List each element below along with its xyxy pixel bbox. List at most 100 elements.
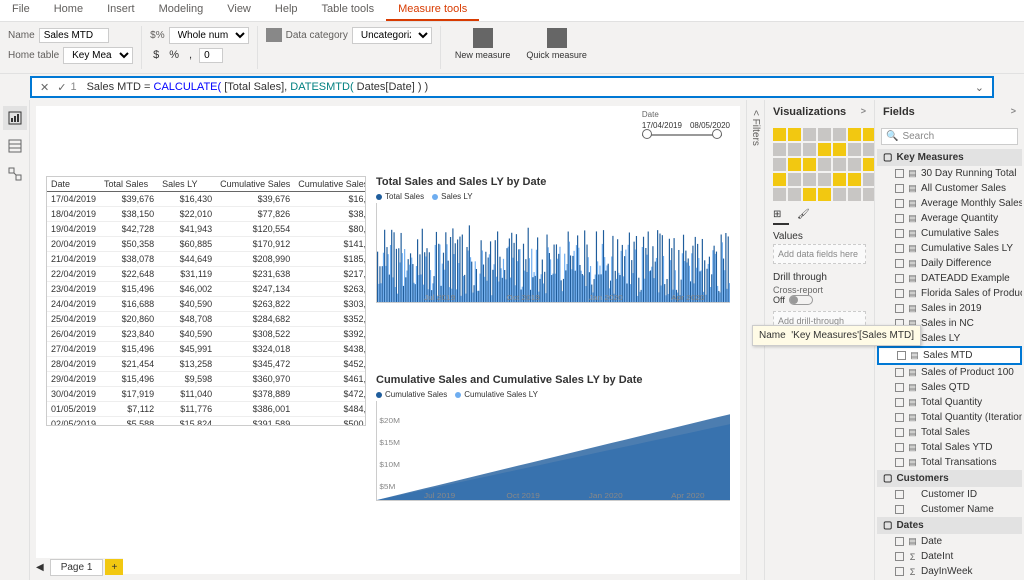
field-item[interactable]: ▤Florida Sales of Product 2 ...	[877, 286, 1022, 301]
model-view-button[interactable]	[3, 162, 27, 186]
viz-type-icon[interactable]	[803, 128, 816, 141]
field-item[interactable]: Customer ID	[877, 487, 1022, 502]
field-table-dates[interactable]: ▢Dates	[877, 517, 1022, 534]
viz-type-icon[interactable]	[848, 143, 861, 156]
field-item[interactable]: ΣDateInt	[877, 549, 1022, 564]
cumulative-sales-chart[interactable]: Cumulative Sales and Cumulative Sales LY…	[376, 374, 730, 564]
table-header[interactable]: Sales LY	[158, 177, 216, 192]
viz-type-icon[interactable]	[833, 188, 846, 201]
report-view-button[interactable]	[3, 106, 27, 130]
viz-type-icon[interactable]	[848, 188, 861, 201]
field-checkbox[interactable]	[895, 428, 904, 437]
field-table-key-measures[interactable]: ▢Key Measures	[877, 149, 1022, 166]
viz-type-icon[interactable]	[803, 173, 816, 186]
field-item[interactable]: ▤Sales in 2019	[877, 301, 1022, 316]
table-row[interactable]: 24/04/2019$16,688$40,590$263,822$303,628	[47, 297, 366, 312]
viz-type-icon[interactable]	[818, 143, 831, 156]
slicer-handle-start[interactable]	[642, 129, 652, 139]
field-checkbox[interactable]	[895, 552, 904, 561]
viz-type-icon[interactable]	[803, 188, 816, 201]
viz-type-icon[interactable]	[833, 158, 846, 171]
table-row[interactable]: 20/04/2019$50,358$60,885$170,912$141,268	[47, 237, 366, 252]
field-item[interactable]: ▤Total Quantity (Iteration)	[877, 410, 1022, 425]
table-visual[interactable]: DateTotal SalesSales LYCumulative SalesC…	[46, 176, 366, 426]
field-checkbox[interactable]	[895, 505, 904, 514]
comma-button[interactable]: ,	[186, 49, 195, 61]
table-row[interactable]: 17/04/2019$39,676$16,430$39,676$16,430	[47, 192, 366, 207]
page-tab-1[interactable]: Page 1	[50, 559, 104, 576]
field-item[interactable]: ▤All Customer Sales	[877, 181, 1022, 196]
ribbon-tab-view[interactable]: View	[215, 0, 263, 21]
field-checkbox[interactable]	[895, 383, 904, 392]
table-row[interactable]: 19/04/2019$42,728$41,943$120,554$80,383	[47, 222, 366, 237]
field-item[interactable]: ▤Sales of Product 100	[877, 365, 1022, 380]
field-checkbox[interactable]	[895, 289, 904, 298]
field-item[interactable]: ▤Total Sales	[877, 425, 1022, 440]
table-row[interactable]: 02/05/2019$5,588$15,824$391,589$500,373	[47, 417, 366, 427]
viz-type-icon[interactable]	[788, 188, 801, 201]
viz-type-icon[interactable]	[833, 128, 846, 141]
viz-type-icon[interactable]	[848, 173, 861, 186]
field-checkbox[interactable]	[895, 184, 904, 193]
add-page-button[interactable]: +	[105, 559, 123, 575]
field-checkbox[interactable]	[895, 259, 904, 268]
field-checkbox[interactable]	[895, 244, 904, 253]
ribbon-tab-modeling[interactable]: Modeling	[147, 0, 216, 21]
quick-measure-button[interactable]: Quick measure	[520, 26, 593, 62]
slicer-track[interactable]	[642, 134, 722, 136]
viz-type-icon[interactable]	[833, 143, 846, 156]
field-checkbox[interactable]	[895, 229, 904, 238]
formula-text[interactable]: Sales MTD = CALCULATE( [Total Sales], DA…	[83, 81, 971, 93]
cross-report-toggle[interactable]: Off	[773, 295, 866, 305]
format-tab-icon[interactable]: 🖌	[797, 209, 813, 225]
field-checkbox[interactable]	[895, 169, 904, 178]
field-item[interactable]: ▤Date	[877, 534, 1022, 549]
table-header[interactable]: Cumulative Sales LY	[294, 177, 366, 192]
field-table-customers[interactable]: ▢Customers	[877, 470, 1022, 487]
table-row[interactable]: 01/05/2019$7,112$11,776$386,001$484,549	[47, 402, 366, 417]
ribbon-tab-insert[interactable]: Insert	[95, 0, 147, 21]
field-item[interactable]: ▤Total Quantity	[877, 395, 1022, 410]
viz-type-icon[interactable]	[803, 158, 816, 171]
percent-button[interactable]: %	[166, 49, 182, 61]
field-item[interactable]: ▤Total Transations	[877, 455, 1022, 470]
viz-type-icon[interactable]	[788, 143, 801, 156]
field-item[interactable]: Customer Name	[877, 502, 1022, 517]
table-row[interactable]: 27/04/2019$15,496$45,991$324,018$438,917	[47, 342, 366, 357]
viz-type-icon[interactable]	[848, 158, 861, 171]
field-checkbox[interactable]	[895, 458, 904, 467]
currency-button[interactable]: $	[150, 49, 162, 61]
viz-collapse-button[interactable]: >	[861, 106, 866, 118]
viz-type-icon[interactable]	[803, 143, 816, 156]
report-canvas[interactable]: Date 17/04/201908/05/2020 DateTotal Sale…	[36, 106, 740, 574]
data-category-select[interactable]: Uncategorized	[352, 27, 432, 44]
table-row[interactable]: 21/04/2019$38,078$44,649$208,990$185,917	[47, 252, 366, 267]
formula-commit-button[interactable]: ✓	[53, 81, 70, 94]
table-header[interactable]: Total Sales	[100, 177, 158, 192]
fields-tab-icon[interactable]: ⊞	[773, 209, 789, 225]
field-item[interactable]: ▤Sales MTD	[877, 346, 1022, 365]
date-slicer[interactable]: Date 17/04/201908/05/2020	[642, 110, 730, 136]
field-checkbox[interactable]	[895, 413, 904, 422]
field-checkbox[interactable]	[895, 274, 904, 283]
field-item[interactable]: ▤Average Quantity	[877, 211, 1022, 226]
data-type-select[interactable]: Whole number	[169, 27, 249, 44]
field-item[interactable]: ▤Sales QTD	[877, 380, 1022, 395]
ribbon-tab-home[interactable]: Home	[42, 0, 95, 21]
table-row[interactable]: 22/04/2019$22,648$31,119$231,638$217,036	[47, 267, 366, 282]
viz-type-icon[interactable]	[848, 128, 861, 141]
fields-search-input[interactable]: 🔍 Search	[881, 128, 1018, 145]
field-checkbox[interactable]	[895, 368, 904, 377]
viz-type-icon[interactable]	[818, 128, 831, 141]
field-item[interactable]: ▤DATEADD Example	[877, 271, 1022, 286]
table-row[interactable]: 28/04/2019$21,454$13,258$345,472$452,175	[47, 357, 366, 372]
ribbon-tab-help[interactable]: Help	[263, 0, 310, 21]
field-checkbox[interactable]	[895, 304, 904, 313]
table-row[interactable]: 30/04/2019$17,919$11,040$378,889$472,773	[47, 387, 366, 402]
formula-cancel-button[interactable]: ✕	[36, 81, 53, 94]
field-item[interactable]: ΣDayInWeek	[877, 564, 1022, 579]
table-row[interactable]: 23/04/2019$15,496$46,002$247,134$263,038	[47, 282, 366, 297]
fields-collapse-button[interactable]: >	[1011, 106, 1016, 118]
viz-type-icon[interactable]	[773, 173, 786, 186]
viz-type-icon[interactable]	[773, 128, 786, 141]
